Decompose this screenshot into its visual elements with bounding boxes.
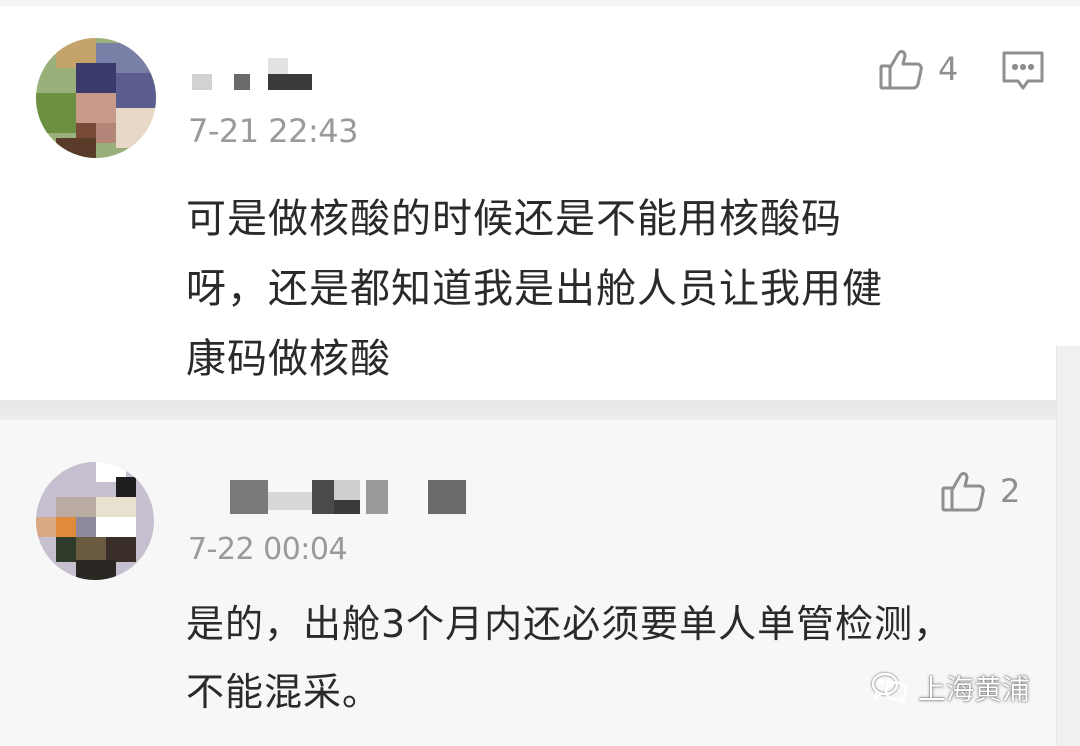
like-count: 2 — [1000, 472, 1021, 510]
comment-timestamp: 7-21 22:43 — [188, 112, 359, 150]
like-button[interactable]: 4 — [878, 46, 958, 92]
avatar[interactable] — [36, 462, 154, 580]
comment-timestamp: 7-22 00:04 — [188, 532, 348, 567]
thumbs-up-icon — [940, 468, 986, 514]
watermark-text: 上海黄浦 — [918, 673, 1031, 706]
comment-text: 可是做核酸的时候还是不能用核酸码 呀，还是都知道我是出舱人员让我用健 康码做核酸 — [186, 196, 883, 382]
username-obscured[interactable] — [192, 56, 322, 90]
watermark: 上海黄浦 — [870, 668, 1030, 708]
like-count: 4 — [938, 50, 959, 88]
comment-item: 7-21 22:43 4 可是做核酸的时候还是不能用核酸码 呀，还是都知道我是出… — [0, 6, 1080, 400]
avatar[interactable] — [36, 38, 156, 158]
wechat-icon — [870, 670, 910, 706]
reply-button[interactable] — [1000, 48, 1046, 94]
scrollbar-track[interactable] — [1056, 346, 1080, 746]
comment-bubble-icon — [1000, 51, 1046, 98]
username-obscured[interactable] — [230, 476, 470, 514]
thumbs-up-icon — [878, 46, 924, 92]
like-button[interactable]: 2 — [940, 468, 1020, 514]
section-divider — [0, 400, 1080, 420]
